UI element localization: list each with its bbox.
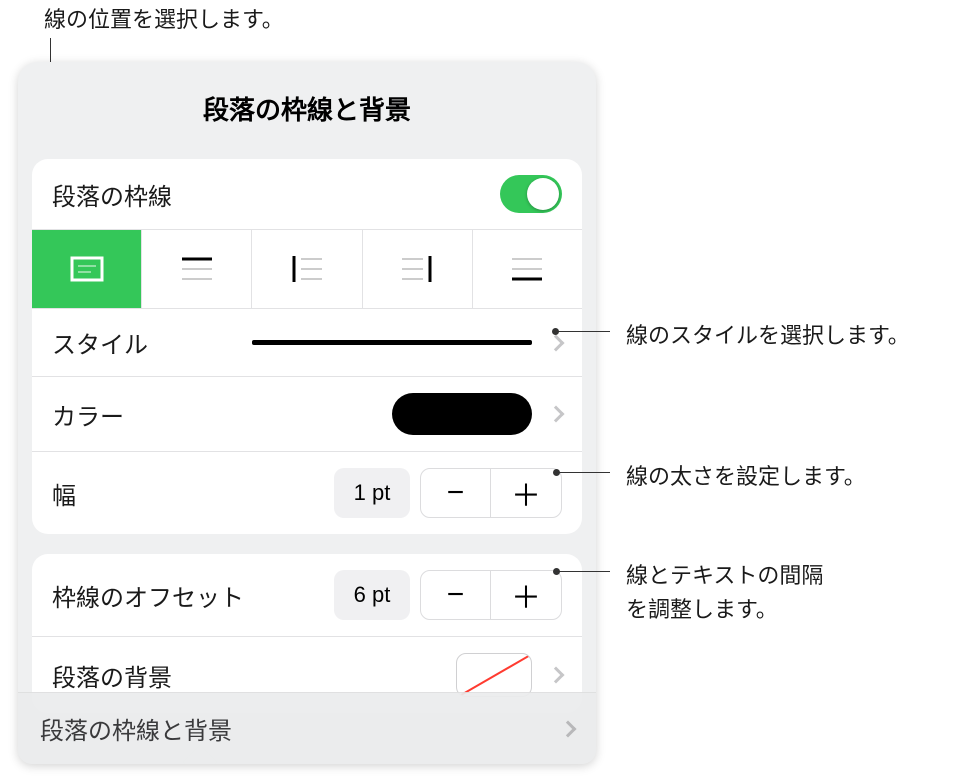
width-increase[interactable]: ＋	[491, 469, 561, 517]
border-top-icon	[177, 253, 217, 285]
width-value[interactable]: 1 pt	[334, 468, 410, 518]
color-swatch	[392, 393, 532, 435]
row-border-toggle: 段落の枠線	[32, 159, 582, 230]
panel-title: 段落の枠線と背景	[18, 62, 596, 151]
offset-decrease[interactable]: −	[421, 571, 491, 619]
border-all-icon	[67, 253, 107, 285]
chevron-icon	[560, 720, 577, 737]
callout-width: 線の太さを設定します。	[626, 459, 866, 491]
offset-label: 枠線のオフセット	[52, 578, 244, 613]
panel-borders-background: 段落の枠線と背景 段落の枠線	[18, 62, 596, 764]
footer-label: 段落の枠線と背景	[40, 711, 232, 746]
popover-pointer	[183, 745, 217, 764]
row-style[interactable]: スタイル	[32, 309, 582, 377]
width-stepper: − ＋	[420, 468, 562, 518]
border-pos-right[interactable]	[363, 230, 473, 308]
border-pos-all[interactable]	[32, 230, 142, 308]
offset-value[interactable]: 6 pt	[334, 570, 410, 620]
border-right-icon	[397, 253, 437, 285]
border-bottom-icon	[507, 253, 547, 285]
width-controls: 1 pt − ＋	[334, 468, 562, 518]
callout-offset-line1: 線とテキストの間隔	[626, 558, 823, 590]
bg-value-group	[456, 653, 562, 697]
offset-increase[interactable]: ＋	[491, 571, 561, 619]
border-toggle-label: 段落の枠線	[52, 177, 172, 212]
callout-offset-line2: を調整します。	[626, 592, 778, 624]
row-width: 幅 1 pt − ＋	[32, 452, 582, 534]
border-pos-top[interactable]	[142, 230, 252, 308]
color-label: カラー	[52, 397, 124, 432]
callout-line	[557, 472, 610, 473]
bg-swatch-none	[456, 653, 532, 697]
style-line-preview	[252, 340, 532, 345]
callout-line	[557, 571, 610, 572]
card-offset-bg: 枠線のオフセット 6 pt − ＋ 段落の背景	[32, 554, 582, 713]
card-border-settings: 段落の枠線	[32, 159, 582, 534]
border-toggle[interactable]	[500, 175, 562, 213]
row-offset: 枠線のオフセット 6 pt − ＋	[32, 554, 582, 637]
callout-position: 線の位置を選択します。	[44, 2, 284, 34]
style-label: スタイル	[52, 325, 148, 360]
border-position-segments	[32, 230, 582, 309]
chevron-icon	[548, 667, 565, 684]
row-color[interactable]: カラー	[32, 377, 582, 452]
callout-style: 線のスタイルを選択します。	[626, 318, 910, 350]
offset-controls: 6 pt − ＋	[334, 570, 562, 620]
width-label: 幅	[52, 476, 76, 511]
chevron-icon	[548, 334, 565, 351]
callout-line	[556, 331, 610, 332]
border-pos-left[interactable]	[252, 230, 362, 308]
footer-row[interactable]: 段落の枠線と背景	[18, 692, 596, 764]
color-value-group	[392, 393, 562, 435]
border-pos-bottom[interactable]	[473, 230, 582, 308]
offset-stepper: − ＋	[420, 570, 562, 620]
width-decrease[interactable]: −	[421, 469, 491, 517]
style-value-group	[252, 337, 562, 349]
bg-label: 段落の背景	[52, 658, 172, 693]
chevron-icon	[548, 406, 565, 423]
border-left-icon	[287, 253, 327, 285]
